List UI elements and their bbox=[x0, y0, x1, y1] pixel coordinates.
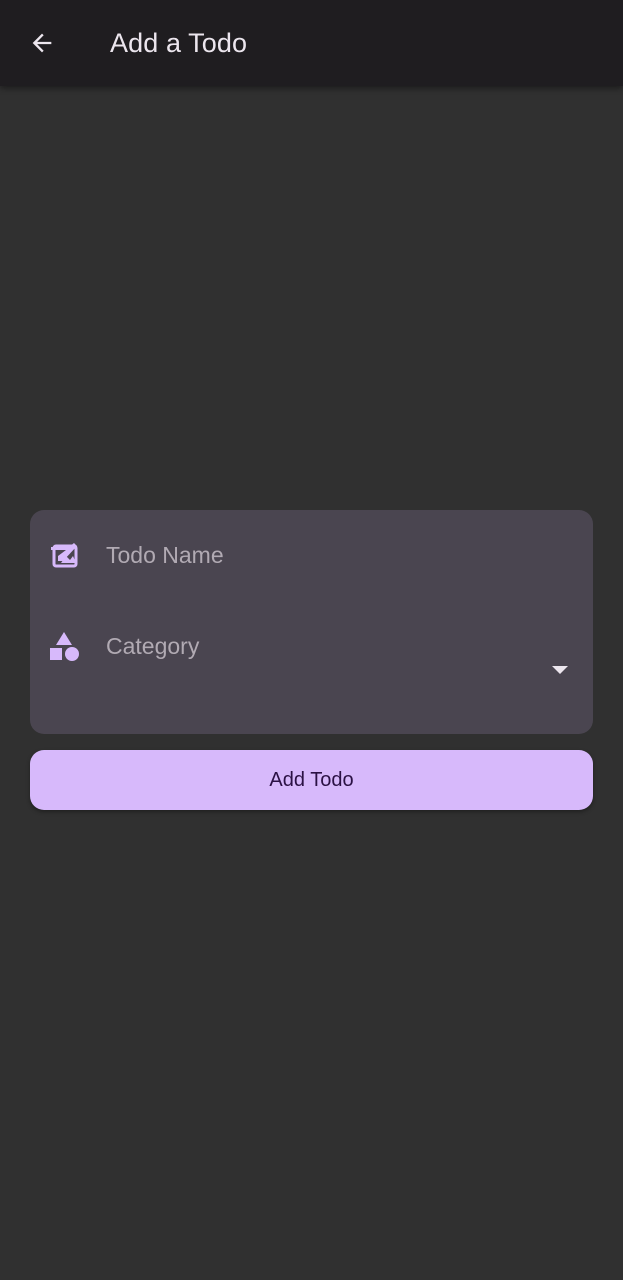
arrow-back-icon bbox=[32, 33, 52, 53]
category-dropdown[interactable]: Category bbox=[30, 620, 593, 700]
todo-form-card: Category bbox=[30, 510, 593, 734]
todo-name-input[interactable] bbox=[106, 528, 556, 582]
category-label: Category bbox=[106, 633, 200, 659]
app-bar: Add a Todo bbox=[0, 0, 623, 86]
category-shapes-icon bbox=[48, 630, 80, 662]
arrow-drop-down-icon bbox=[550, 660, 570, 680]
back-button[interactable] bbox=[18, 21, 66, 65]
page-title: Add a Todo bbox=[110, 28, 248, 58]
todo-name-field[interactable] bbox=[30, 528, 593, 582]
add-todo-button[interactable]: Add Todo bbox=[30, 750, 593, 810]
edit-note-icon bbox=[48, 539, 80, 571]
